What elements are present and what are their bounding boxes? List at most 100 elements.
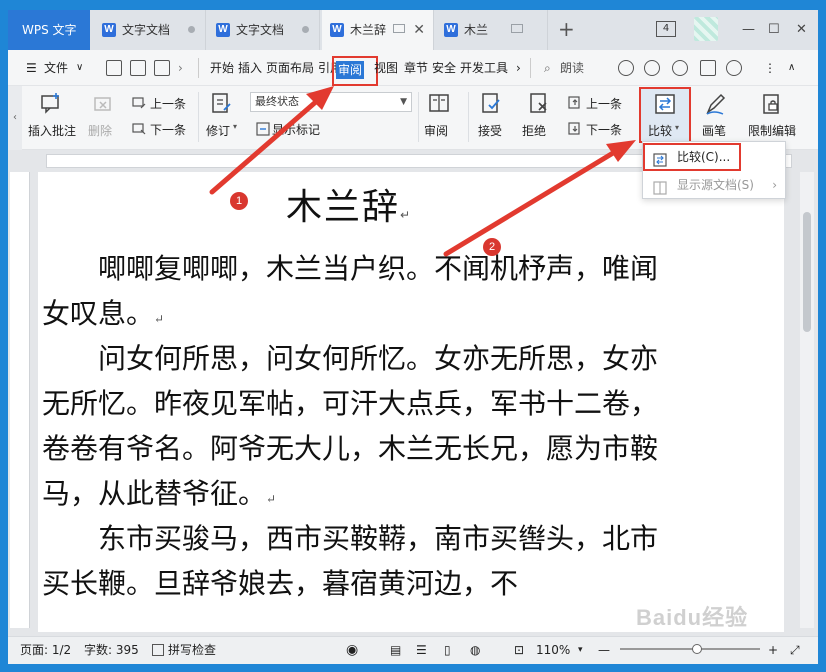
next-comment-button[interactable]: 下一条 — [150, 121, 186, 138]
compare-label: 比较 — [648, 124, 673, 138]
doc-tab-active[interactable]: W 木兰辞 ✕ — [322, 10, 434, 50]
reject-button[interactable]: 拒绝 — [522, 122, 546, 139]
zoom-slider-knob[interactable] — [692, 644, 702, 654]
close-window-button[interactable]: ✕ — [796, 10, 807, 50]
menu-security[interactable]: 安全 — [432, 50, 456, 86]
tab-label: 文字文档 — [236, 23, 285, 37]
collapse-ribbon-icon[interactable]: ∧ — [788, 50, 795, 86]
prev-comment-icon — [132, 96, 146, 110]
read-aloud-button[interactable]: 朗读 — [560, 50, 584, 86]
menu-page-layout[interactable]: 页面布局 — [266, 50, 314, 86]
next-change-button[interactable]: 下一条 — [586, 121, 622, 138]
page-view-icon[interactable]: ▤ — [390, 636, 401, 664]
vertical-scrollbar[interactable] — [800, 172, 814, 628]
revision-icon — [210, 92, 232, 114]
outline-view-icon[interactable]: ☰ — [416, 636, 427, 664]
show-source-menu-item[interactable]: 显示源文档(S) › — [643, 172, 785, 198]
step-marker-1: 1 — [230, 192, 248, 210]
paragraph-mark: ↵ — [266, 492, 277, 506]
more-options-icon[interactable]: ⋮ — [764, 50, 776, 86]
doc-tab-4[interactable]: W 木兰 — [436, 10, 548, 50]
accept-icon — [480, 92, 502, 114]
app-tab[interactable]: WPS 文字 — [8, 10, 90, 50]
word-doc-icon: W — [444, 23, 458, 37]
menu-start[interactable]: 开始 — [210, 50, 234, 86]
menu-insert[interactable]: 插入 — [238, 50, 262, 86]
doc-tab-2[interactable]: W 文字文档 — [208, 10, 320, 50]
source-doc-icon — [653, 178, 667, 195]
ribbon-divider — [198, 92, 199, 142]
insert-comment-button[interactable]: 插入批注 — [28, 122, 76, 139]
show-markup-button[interactable]: 显示标记 — [272, 121, 320, 138]
eye-icon[interactable]: ◉ — [346, 636, 358, 664]
doc-tab-1[interactable]: W 文字文档 — [94, 10, 206, 50]
zoom-slider[interactable] — [620, 648, 760, 650]
word-doc-icon: W — [216, 23, 230, 37]
review-pane-button[interactable]: 审阅 — [424, 122, 448, 139]
paragraph-1[interactable]: 唧唧复唧唧，木兰当户织。不闻机杼声，唯闻女叹息。↵ — [42, 246, 662, 342]
user-add-icon[interactable] — [644, 60, 660, 76]
file-menu[interactable]: 文件 — [44, 50, 68, 86]
next-change-icon — [568, 122, 582, 136]
maximize-button[interactable]: ☐ — [768, 10, 780, 50]
share-icon[interactable] — [700, 60, 716, 76]
menu-dev-tools[interactable]: 开发工具 — [460, 50, 508, 86]
web-view-icon[interactable]: ◍ — [470, 636, 480, 664]
menu-view[interactable]: 视图 — [374, 50, 398, 86]
search-icon[interactable]: ⌕ — [544, 50, 551, 86]
prev-change-button[interactable]: 上一条 — [586, 95, 622, 112]
revision-dropdown-icon[interactable]: ▾ — [233, 122, 237, 131]
accept-button[interactable]: 接受 — [478, 122, 502, 139]
fullscreen-icon[interactable]: ⤢ — [790, 636, 800, 664]
vertical-ruler — [10, 172, 30, 628]
pen-button[interactable]: 画笔 — [702, 122, 726, 139]
more-icon[interactable]: › — [178, 50, 183, 86]
paragraph-2[interactable]: 问女何所思，问女何所忆。女亦无所思，女亦无所忆。昨夜见军帖，可汗大点兵，军书十二… — [42, 336, 662, 522]
close-tab-icon[interactable]: ✕ — [413, 10, 425, 50]
zoom-level[interactable]: 110% — [536, 636, 570, 664]
menu-chapter[interactable]: 章节 — [404, 50, 428, 86]
cloud-icon[interactable] — [618, 60, 634, 76]
show-source-label: 显示源文档(S) — [677, 178, 754, 192]
new-tab-button[interactable]: + — [558, 10, 575, 50]
paragraph-3[interactable]: 东市买骏马，西市买鞍鞯，南市买辔头，北市买长鞭。旦辞爷娘去，暮宿黄河边，不 — [42, 516, 662, 614]
export-icon[interactable] — [130, 60, 146, 76]
zoom-dropdown-icon[interactable]: ▾ — [578, 636, 583, 664]
ribbon-scroll-left-icon[interactable]: ‹ — [8, 86, 22, 150]
chevron-right-icon: › — [772, 178, 777, 192]
paragraph-mark: ↵ — [154, 312, 165, 326]
print-icon[interactable] — [154, 60, 170, 76]
avatar[interactable] — [694, 17, 718, 41]
menu-more-button[interactable]: › — [516, 50, 521, 86]
final-state-select[interactable]: 最终状态 ▼ — [250, 92, 412, 112]
read-view-icon[interactable]: ▯ — [444, 636, 451, 664]
save-icon[interactable] — [106, 60, 122, 76]
hamburger-icon[interactable]: ☰ — [26, 50, 37, 86]
delete-button[interactable]: 删除 — [88, 122, 112, 139]
app-tab-label: WPS 文字 — [22, 23, 77, 37]
gear-icon[interactable] — [726, 60, 742, 76]
word-count[interactable]: 字数: 395 — [84, 636, 139, 664]
zoom-in-icon[interactable]: + — [768, 636, 778, 664]
paragraph-text: 问女何所思，问女何所忆。女亦无所思，女亦无所忆。昨夜见军帖，可汗大点兵，军书十二… — [42, 342, 659, 510]
restrict-edit-button[interactable]: 限制编辑 — [748, 122, 796, 139]
compare-item-highlight-box — [643, 143, 741, 171]
chevron-down-icon[interactable]: ∨ — [76, 50, 83, 86]
final-state-value: 最终状态 — [255, 95, 299, 108]
minimize-button[interactable]: — — [742, 10, 755, 50]
document-title[interactable]: 木兰辞↵ — [286, 178, 412, 230]
prev-comment-button[interactable]: 上一条 — [150, 95, 186, 112]
tab-label: 文字文档 — [122, 23, 171, 37]
spellcheck-button[interactable]: 拼写检查 — [152, 636, 216, 664]
ribbon-divider — [468, 92, 469, 142]
tab-count-badge[interactable]: 4 — [656, 21, 676, 37]
scrollbar-thumb[interactable] — [803, 212, 811, 332]
zoom-out-icon[interactable]: — — [598, 636, 610, 664]
chat-icon[interactable] — [672, 60, 688, 76]
paragraph-mark: ↵ — [400, 208, 413, 222]
next-comment-icon — [132, 122, 146, 136]
page-indicator[interactable]: 页面: 1/2 — [20, 636, 71, 664]
revision-button[interactable]: 修订 — [206, 122, 230, 139]
review-highlight-box — [332, 56, 378, 86]
fit-page-icon[interactable]: ⊡ — [514, 636, 524, 664]
